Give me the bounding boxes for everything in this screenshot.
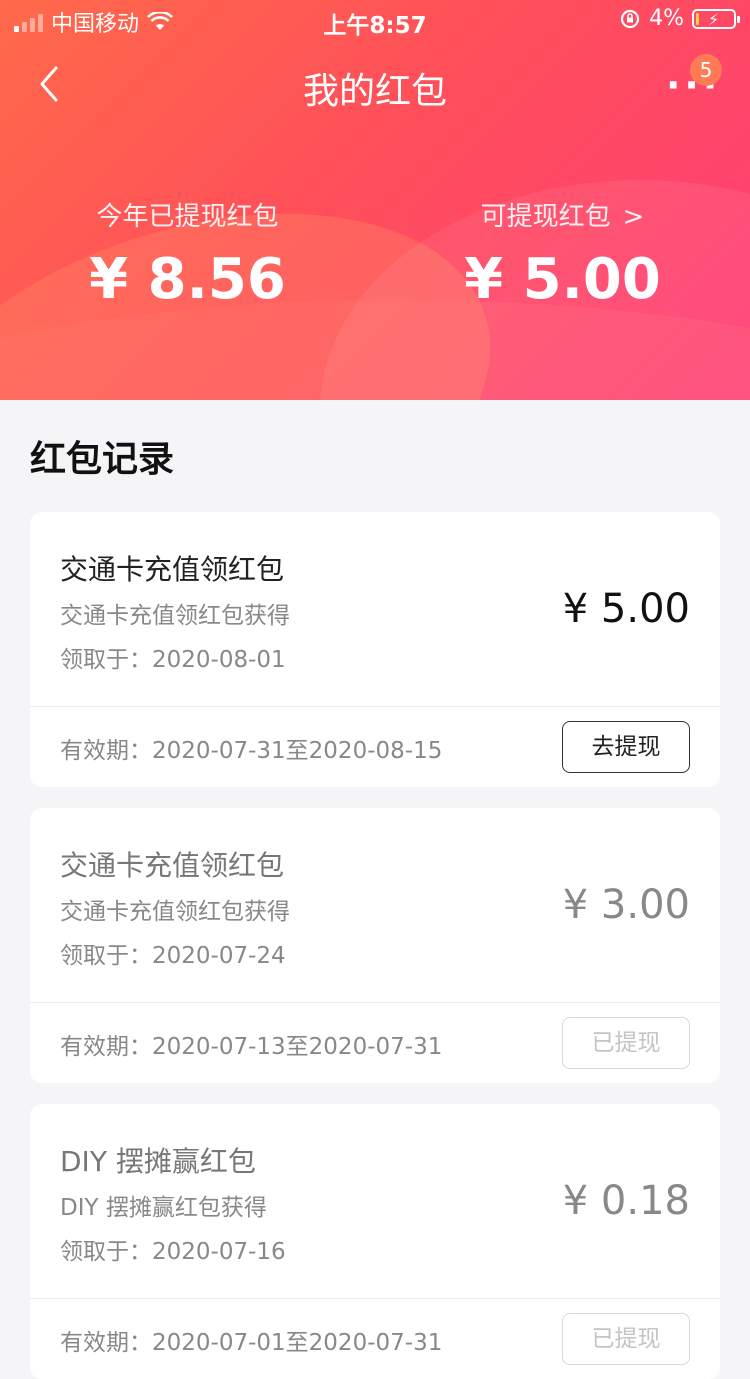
withdrawn-amount: ¥ 8.56 xyxy=(89,247,286,312)
section-title: 红包记录 xyxy=(30,439,175,480)
available-amount: ¥ 5.00 xyxy=(464,247,661,312)
withdrawn-status-button: 已提现 xyxy=(562,1017,690,1069)
available-summary[interactable]: 可提现红包 > ¥ 5.00 xyxy=(375,196,750,312)
record-footer: 有效期：2020-07-31至2020-08-15 去提现 xyxy=(30,706,720,787)
record-footer: 有效期：2020-07-13至2020-07-31 已提现 xyxy=(30,1002,720,1083)
record-amount: ¥ 3.00 xyxy=(562,882,690,928)
record-card[interactable]: DIY 摆摊赢红包 DIY 摆摊赢红包获得 领取于：2020-07-16 ¥ 0… xyxy=(30,1104,720,1379)
battery-icon: ⚡ xyxy=(692,8,740,29)
record-validity: 有效期：2020-07-31至2020-08-15 xyxy=(60,738,443,764)
record-name: DIY 摆摊赢红包 xyxy=(60,1145,256,1178)
record-amount: ¥ 5.00 xyxy=(562,586,690,632)
battery-fill xyxy=(696,12,699,25)
record-info: 交通卡充值领红包 交通卡充值领红包获得 领取于：2020-07-24 ¥ 3.0… xyxy=(30,808,720,1002)
notification-badge: 5 xyxy=(690,54,722,86)
record-card[interactable]: 交通卡充值领红包 交通卡充值领红包获得 领取于：2020-07-24 ¥ 3.0… xyxy=(30,808,720,1083)
chevron-right-icon: > xyxy=(622,202,645,232)
record-card[interactable]: 交通卡充值领红包 交通卡充值领红包获得 领取于：2020-08-01 ¥ 5.0… xyxy=(30,512,720,787)
record-date: 领取于：2020-07-24 xyxy=(60,943,286,969)
record-date: 领取于：2020-07-16 xyxy=(60,1239,286,1265)
rotation-lock-icon xyxy=(620,9,640,28)
record-desc: 交通卡充值领红包获得 xyxy=(60,603,290,629)
record-desc: 交通卡充值领红包获得 xyxy=(60,899,290,925)
nav-bar: 我的红包 ··· 5 xyxy=(0,50,750,120)
available-label: 可提现红包 xyxy=(480,202,611,232)
more-button[interactable]: ··· 5 xyxy=(666,54,722,110)
record-name: 交通卡充值领红包 xyxy=(60,553,285,586)
record-validity: 有效期：2020-07-13至2020-07-31 xyxy=(60,1034,443,1060)
record-desc: DIY 摆摊赢红包获得 xyxy=(60,1195,267,1221)
status-right: 4% ⚡ xyxy=(619,6,740,31)
record-amount: ¥ 0.18 xyxy=(562,1178,690,1224)
battery-percent: 4% xyxy=(649,6,684,31)
withdraw-button[interactable]: 去提现 xyxy=(562,721,690,773)
record-info: DIY 摆摊赢红包 DIY 摆摊赢红包获得 领取于：2020-07-16 ¥ 0… xyxy=(30,1104,720,1298)
record-info: 交通卡充值领红包 交通卡充值领红包获得 领取于：2020-08-01 ¥ 5.0… xyxy=(30,512,720,706)
record-date: 领取于：2020-08-01 xyxy=(60,647,286,673)
status-bar: 中国移动 上午8:57 4% ⚡ xyxy=(0,0,750,40)
record-validity: 有效期：2020-07-01至2020-07-31 xyxy=(60,1330,443,1356)
page-title: 我的红包 xyxy=(302,71,447,112)
withdrawn-summary: 今年已提现红包 ¥ 8.56 xyxy=(0,196,375,312)
withdrawn-label: 今年已提现红包 xyxy=(96,202,279,232)
header-banner: 中国移动 上午8:57 4% ⚡ 我的红包 ··· 5 今年已提现红包 ¥ 8.… xyxy=(0,0,750,400)
available-label-row: 可提现红包 > xyxy=(375,196,750,233)
withdrawn-status-button: 已提现 xyxy=(562,1313,690,1365)
charging-icon: ⚡ xyxy=(708,9,720,29)
record-footer: 有效期：2020-07-01至2020-07-31 已提现 xyxy=(30,1298,720,1379)
record-name: 交通卡充值领红包 xyxy=(60,849,285,882)
